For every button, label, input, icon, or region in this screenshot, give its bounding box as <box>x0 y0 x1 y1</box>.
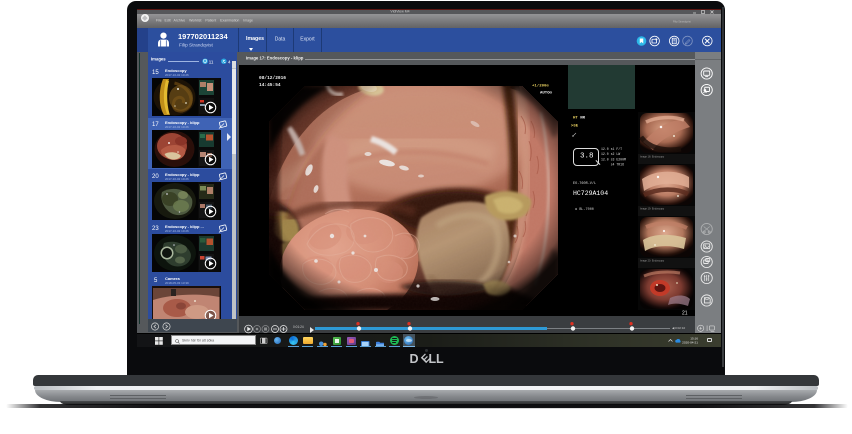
svg-text:L: L <box>436 352 444 365</box>
svg-text:11: 11 <box>208 60 213 65</box>
svg-text:D: D <box>410 352 419 365</box>
svg-text:4: 4 <box>228 60 231 65</box>
